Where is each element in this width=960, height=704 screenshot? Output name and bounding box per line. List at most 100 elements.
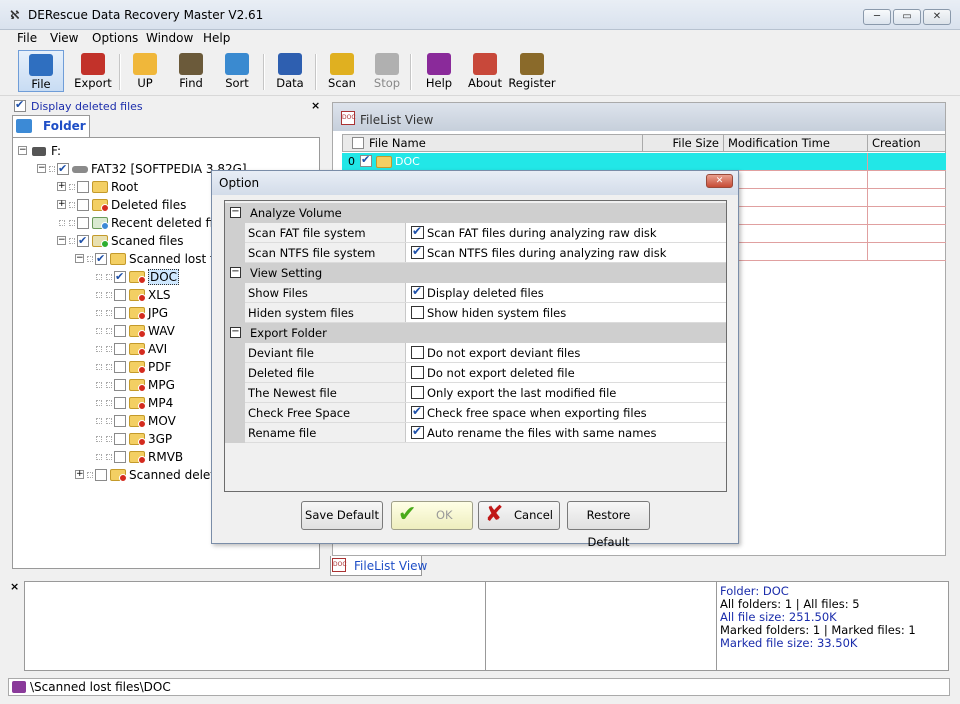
collapse-icon[interactable]: − — [230, 267, 241, 278]
option-value[interactable]: Scan NTFS files during analyzing raw dis… — [405, 243, 726, 262]
toolbar-up-button[interactable]: UP — [122, 50, 168, 92]
toolbar-export-button[interactable]: Export — [70, 50, 116, 92]
option-value[interactable]: Auto rename the files with same names — [405, 423, 726, 442]
menu-help[interactable]: Help — [203, 31, 230, 45]
option-value[interactable]: Scan FAT files during analyzing raw disk — [405, 223, 726, 242]
option-value[interactable]: Do not export deviant files — [405, 343, 726, 362]
tree-checkbox[interactable] — [114, 343, 126, 355]
tree-line-icon — [69, 238, 75, 244]
tree-checkbox[interactable] — [95, 469, 107, 481]
row-checkbox[interactable] — [360, 153, 372, 167]
close-pane-icon[interactable]: × — [311, 99, 320, 112]
cancel-button[interactable]: ✘ Cancel — [478, 501, 560, 530]
tree-checkbox[interactable] — [77, 181, 89, 193]
toolbar-register-button[interactable]: Register — [508, 50, 556, 92]
collapse-icon[interactable]: − — [230, 207, 241, 218]
maximize-button[interactable]: ▭ — [893, 9, 921, 25]
tree-checkbox[interactable] — [114, 325, 126, 337]
collapse-icon[interactable]: − — [37, 164, 46, 173]
option-checkbox[interactable] — [411, 424, 424, 439]
tree-checkbox[interactable] — [77, 199, 89, 211]
ok-button[interactable]: ✔ OK — [391, 501, 473, 530]
toolbar-about-button[interactable]: About — [462, 50, 508, 92]
close-button[interactable]: ✕ — [923, 9, 951, 25]
dialog-title-bar — [212, 171, 738, 195]
restore-default-button[interactable]: Restore Default — [567, 501, 650, 549]
tree-item-label: MP4 — [148, 396, 174, 410]
folder-bad-icon — [129, 325, 146, 338]
toolbar-data-button[interactable]: Data — [267, 50, 313, 92]
option-value[interactable]: Check free space when exporting files — [405, 403, 726, 422]
tree-checkbox[interactable] — [114, 361, 126, 373]
menu-file[interactable]: File — [17, 31, 37, 45]
collapse-icon[interactable]: − — [75, 254, 84, 263]
status-badge-icon — [119, 474, 127, 482]
toolbar-stop-button[interactable]: Stop — [364, 50, 410, 92]
tree-checkbox[interactable] — [114, 269, 126, 285]
tree-checkbox[interactable] — [114, 433, 126, 445]
collapse-icon[interactable]: − — [230, 327, 241, 338]
tree-checkbox[interactable] — [114, 451, 126, 463]
menu-window[interactable]: Window — [146, 31, 193, 45]
expand-icon[interactable]: + — [57, 200, 66, 209]
section-view-setting[interactable]: − View Setting — [225, 263, 726, 283]
collapse-icon[interactable]: − — [57, 236, 66, 245]
option-checkbox[interactable] — [411, 386, 424, 399]
option-value[interactable]: Show hiden system files — [405, 303, 726, 322]
option-checkbox[interactable] — [411, 306, 424, 319]
tree-item-label: DOC — [148, 269, 180, 285]
collapse-icon[interactable]: − — [18, 146, 27, 155]
tree-checkbox[interactable] — [57, 161, 69, 177]
option-name: Deviant file — [248, 346, 314, 360]
option-value[interactable]: Display deleted files — [405, 283, 726, 302]
column-modification-time[interactable]: Modification Time — [723, 134, 868, 152]
display-deleted-checkbox[interactable] — [14, 98, 26, 112]
disk-icon — [72, 166, 88, 173]
tree-line-icon — [69, 202, 75, 208]
close-status-icon[interactable]: × — [10, 580, 19, 593]
section-analyze-volume[interactable]: − Analyze Volume — [225, 203, 726, 223]
tree-checkbox[interactable] — [77, 233, 89, 249]
column-creation-time[interactable]: Creation Time — [867, 134, 946, 166]
expand-icon[interactable]: + — [75, 470, 84, 479]
tree-line-icon — [69, 220, 75, 226]
expand-icon[interactable]: + — [57, 182, 66, 191]
toolbar-find-button[interactable]: Find — [168, 50, 214, 92]
tree-checkbox[interactable] — [114, 415, 126, 427]
folder-tree-icon — [16, 119, 32, 133]
option-checkbox[interactable] — [411, 404, 424, 419]
option-value[interactable]: Do not export deleted file — [405, 363, 726, 382]
toolbar-label: Find — [179, 76, 203, 90]
save-default-button[interactable]: Save Default — [301, 501, 383, 530]
option-value[interactable]: Only export the last modified file — [405, 383, 726, 402]
toolbar-sort-button[interactable]: Sort — [214, 50, 260, 92]
option-checkbox[interactable] — [411, 346, 424, 359]
table-row-selected[interactable] — [342, 153, 946, 171]
tree-checkbox[interactable] — [114, 397, 126, 409]
option-checkbox[interactable] — [411, 284, 424, 299]
menu-options[interactable]: Options — [92, 31, 138, 45]
toolbar-scan-button[interactable]: Scan — [319, 50, 365, 92]
option-name: Scan FAT file system — [248, 226, 366, 240]
tree-checkbox[interactable] — [95, 251, 107, 267]
tree-checkbox[interactable] — [114, 307, 126, 319]
option-checkbox[interactable] — [411, 244, 424, 259]
tree-line-icon — [106, 292, 112, 298]
tree-checkbox[interactable] — [114, 379, 126, 391]
menu-view[interactable]: View — [50, 31, 78, 45]
column-file-size[interactable]: File Size — [642, 134, 724, 152]
tree-checkbox[interactable] — [77, 217, 89, 229]
option-checkbox[interactable] — [411, 366, 424, 379]
tree-checkbox[interactable] — [114, 289, 126, 301]
select-all-checkbox[interactable] — [352, 137, 364, 149]
toolbar-file-button[interactable]: File — [18, 50, 64, 92]
tree-line-icon — [106, 454, 112, 460]
minimize-button[interactable]: ─ — [863, 9, 891, 25]
toolbar-help-button[interactable]: Help — [416, 50, 462, 92]
section-export-folder[interactable]: − Export Folder — [225, 323, 726, 343]
dialog-close-button[interactable]: ✕ — [706, 174, 733, 188]
tree-line-icon — [96, 292, 102, 298]
column-file-name[interactable]: File Name — [342, 134, 643, 152]
option-checkbox[interactable] — [411, 224, 424, 239]
tree-item-label: MOV — [148, 414, 176, 428]
